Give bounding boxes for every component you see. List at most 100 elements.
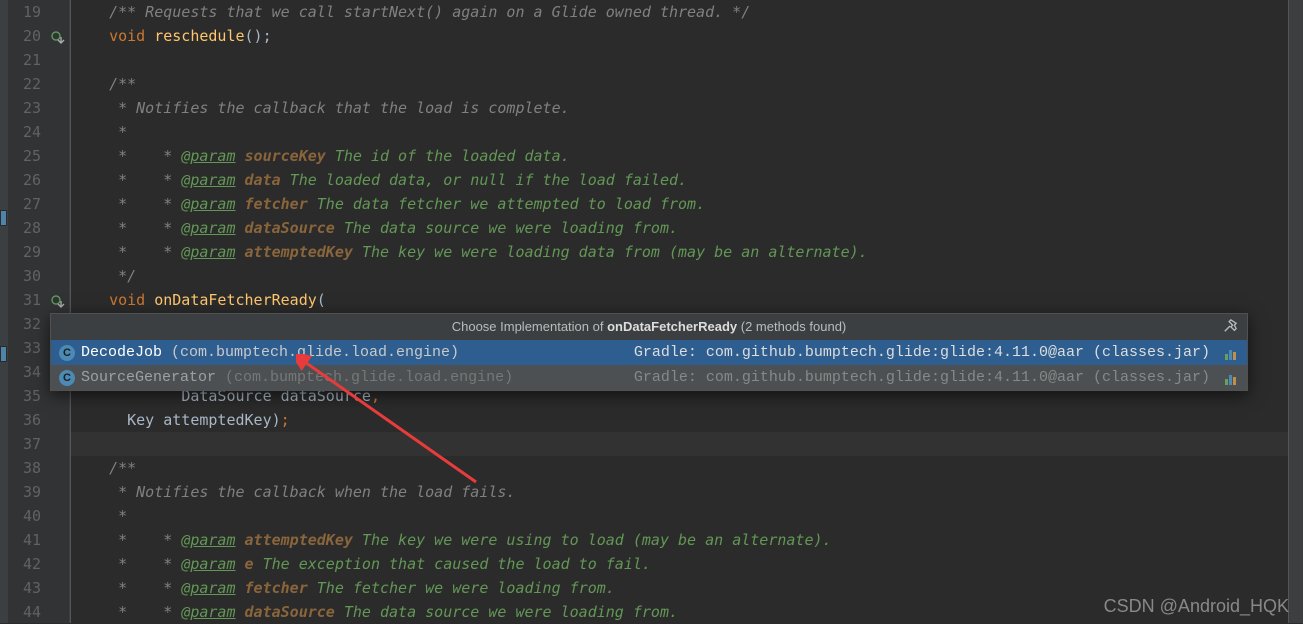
popup-title-post: (2 methods found) (737, 319, 846, 334)
class-icon: C (59, 345, 75, 361)
line-number: 39 (8, 480, 69, 504)
line-number: 29 (8, 240, 69, 264)
popup-row-name: DecodeJob (com.bumptech.glide.load.engin… (81, 344, 459, 361)
javadoc-tag: @param (181, 171, 235, 189)
code-line-highlight (71, 432, 1288, 456)
code-line: Key attemptedKey); (71, 408, 1288, 432)
javadoc-tag: @param (181, 579, 235, 597)
javadoc-tag: @param (181, 555, 235, 573)
popup-row-name: SourceGenerator (com.bumptech.glide.load… (81, 369, 513, 386)
line-number: 19 (8, 0, 69, 24)
line-number: 43 (8, 576, 69, 600)
overrides-icon[interactable] (51, 292, 65, 306)
code-line: * * @param data The loaded data, or null… (71, 168, 1288, 192)
code-line: * Notifies the callback that the load is… (71, 96, 1288, 120)
code-line: * (71, 504, 1288, 528)
line-number: 27 (8, 192, 69, 216)
param-desc: The exception that caused the load to fa… (254, 555, 651, 573)
error-stripe[interactable] (1289, 0, 1303, 623)
popup-row-decodejob[interactable]: C DecodeJob (com.bumptech.glide.load.eng… (51, 340, 1247, 365)
activity-marker (0, 210, 7, 226)
activity-bar (0, 0, 8, 623)
popup-row-location: Gradle: com.github.bumptech.glide:glide:… (634, 369, 1219, 386)
param-name: fetcher (236, 579, 308, 597)
line-number: 25 (8, 144, 69, 168)
overrides-icon[interactable] (51, 28, 65, 42)
code-plain: ( (317, 291, 326, 309)
code-line: * * @param dataSource The data source we… (71, 216, 1288, 240)
comment-marker: * (136, 171, 181, 189)
param-name: attemptedKey (236, 243, 353, 261)
code-plain: (); (245, 27, 272, 45)
code-line: /** (71, 456, 1288, 480)
line-number: 42 (8, 552, 69, 576)
keyword: void (109, 291, 154, 309)
javadoc-tag: @param (181, 219, 235, 237)
comment-text: /** Requests that we call startNext() ag… (109, 3, 750, 21)
param-name: dataSource (236, 219, 335, 237)
code-area[interactable]: /** Requests that we call startNext() ag… (70, 0, 1289, 623)
line-number: 20 (8, 24, 69, 48)
param-desc: The key we were using to load (may be an… (353, 531, 832, 549)
javadoc-tag: @param (181, 243, 235, 261)
param-desc: The data source we were loading from. (335, 603, 678, 621)
comment-marker: * (136, 603, 181, 621)
param-desc: The data source we were loading from. (335, 219, 678, 237)
line-number: 21 (8, 48, 69, 72)
class-icon: C (59, 370, 75, 386)
code-line: void onDataFetcherReady( (71, 288, 1288, 312)
library-icon (1225, 371, 1239, 385)
param-name: dataSource (236, 603, 335, 621)
line-number: 41 (8, 528, 69, 552)
comment-marker: * (136, 243, 181, 261)
code-line: * * @param attemptedKey The key we were … (71, 528, 1288, 552)
comment-marker: * (136, 579, 181, 597)
method-name: onDataFetcherReady (154, 291, 317, 309)
javadoc-tag: @param (181, 603, 235, 621)
popup-row-sourcegenerator[interactable]: C SourceGenerator (com.bumptech.glide.lo… (51, 365, 1247, 390)
code-line: * * @param attemptedKey The key we were … (71, 240, 1288, 264)
library-icon (1225, 346, 1239, 360)
javadoc-tag: @param (181, 195, 235, 213)
popup-title: Choose Implementation of onDataFetcherRe… (51, 314, 1247, 340)
keyword: void (109, 27, 154, 45)
javadoc-tag: @param (181, 147, 235, 165)
param-desc: The key we were loading data from (may b… (353, 243, 868, 261)
editor-root: 1920212223242526272829303132333435363738… (0, 0, 1303, 623)
comment-text: */ (118, 267, 136, 285)
line-number: 38 (8, 456, 69, 480)
javadoc-tag: @param (181, 531, 235, 549)
line-number: 24 (8, 120, 69, 144)
punct: ; (281, 411, 290, 429)
popup-title-pre: Choose Implementation of (452, 319, 607, 334)
line-number: 44 (8, 600, 69, 624)
comment-text: * (118, 123, 127, 141)
line-number: 30 (8, 264, 69, 288)
gutter: 1920212223242526272829303132333435363738… (8, 0, 70, 623)
param-name: e (236, 555, 254, 573)
activity-marker (0, 346, 7, 362)
param-desc: The data fetcher we attempted to load fr… (308, 195, 705, 213)
comment-text: * (118, 507, 127, 525)
param-name: data (236, 171, 281, 189)
comment-marker: * (136, 219, 181, 237)
line-number: 36 (8, 408, 69, 432)
param-desc: The loaded data, or null if the load fai… (281, 171, 687, 189)
method-name: reschedule (154, 27, 244, 45)
line-number: 26 (8, 168, 69, 192)
comment-marker: * (136, 555, 181, 573)
comment-text: * Notifies the callback when the load fa… (118, 483, 515, 501)
code-line: void reschedule(); (71, 24, 1288, 48)
pin-icon[interactable] (1223, 319, 1237, 336)
line-number: 37 (8, 432, 69, 456)
code-line: */ (71, 264, 1288, 288)
code-line: /** Requests that we call startNext() ag… (71, 0, 1288, 24)
line-number: 22 (8, 72, 69, 96)
line-number: 28 (8, 216, 69, 240)
popup-row-location: Gradle: com.github.bumptech.glide:glide:… (634, 344, 1219, 361)
code-line: /** (71, 72, 1288, 96)
line-number: 31 (8, 288, 69, 312)
comment-text: /** (109, 75, 136, 93)
implementations-popup: Choose Implementation of onDataFetcherRe… (50, 313, 1248, 391)
code-line: * * @param sourceKey The id of the loade… (71, 144, 1288, 168)
